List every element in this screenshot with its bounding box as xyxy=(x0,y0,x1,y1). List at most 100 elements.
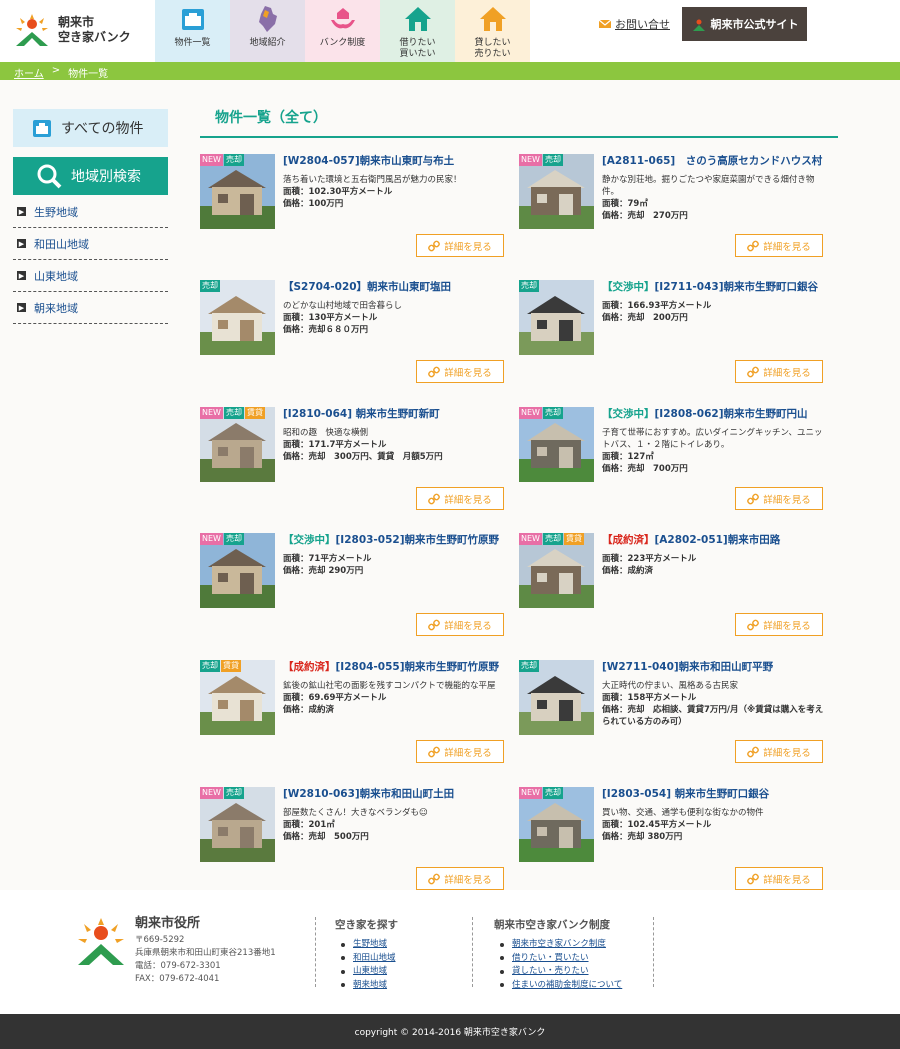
footer-divider xyxy=(315,917,316,987)
link-chain-icon xyxy=(428,366,441,377)
property-title: [I2810-064] 朝来市生野町新町 xyxy=(283,408,440,420)
property-card: NEW 売却 [W2804-057]朝来市山東町与布土落ち着いた環境と五右衛門風呂が… xyxy=(200,154,505,264)
status-badge: 売却 xyxy=(542,787,563,799)
status-badge: 賃貸 xyxy=(244,407,265,419)
status-badges: 売却 xyxy=(519,660,539,672)
area-item-ikuno[interactable]: ▶ 生野地域 xyxy=(13,196,168,228)
footer-system-column: 朝来市空き家バンク制度 朝来市空き家バンク制度 借りたい・買いたい 貸したい・売… xyxy=(494,917,622,992)
view-details-button[interactable]: 詳細を見る xyxy=(735,234,823,257)
area-item-asago[interactable]: ▶ 朝来地域 xyxy=(13,292,168,324)
status-badge: NEW xyxy=(200,787,223,799)
nav-property-list[interactable]: 物件一覧 xyxy=(155,0,230,62)
property-summary: 大正時代の佇まい、風格ある古民家 xyxy=(602,681,739,691)
footer-link[interactable]: 借りたい・買いたい xyxy=(494,952,622,966)
link-chain-icon xyxy=(747,619,760,630)
status-badge: NEW xyxy=(519,154,542,166)
status-badge: NEW xyxy=(200,407,223,419)
property-description: 落ち着いた環境と五右衛門風呂が魅力の民家！ 面積：102.30平方メートル 価格：1… xyxy=(283,174,505,210)
property-title: [I2803-052]朝来市生野町竹原野 xyxy=(335,534,500,546)
area-search-header: 地域別検索 xyxy=(13,157,168,195)
property-title-link[interactable]: 【交渉中】[I2711-043]朝来市生野町口銀谷 xyxy=(602,280,827,294)
nav-rent-buy[interactable]: 借りたい 買いたい xyxy=(380,0,455,62)
status-badge: 売却 xyxy=(542,533,563,545)
view-details-button[interactable]: 詳細を見る xyxy=(735,740,823,763)
property-title: [W2711-040]朝来市和田山町平野 xyxy=(602,661,774,673)
logo-mark-icon xyxy=(16,14,48,46)
details-label: 詳細を見る xyxy=(763,494,811,506)
property-title: [I2711-043]朝来市生野町口銀谷 xyxy=(654,281,819,293)
property-description: 部屋数たくさん！大きなベランダも☺ 面積：201㎡ 価格：売却 500万円 xyxy=(283,807,505,843)
property-area: 面積：201㎡ xyxy=(283,820,335,830)
property-title-link[interactable]: [W2810-063]朝来市和田山町土田 xyxy=(283,787,508,801)
status-badge: NEW xyxy=(200,154,223,166)
property-title-link[interactable]: [A2811-065] さのう高原セカンドハウス村 xyxy=(602,154,827,168)
view-details-button[interactable]: 詳細を見る xyxy=(735,360,823,383)
property-title: [I2808-062]朝来市生野町円山 xyxy=(654,408,808,420)
property-card: NEW 売却 [A2811-065] さのう高原セカンドハウス村 静かな別荘地。掘りご… xyxy=(519,154,824,264)
view-details-button[interactable]: 詳細を見る xyxy=(416,360,504,383)
property-description: 静かな別荘地。掘りごたつや家庭菜園ができる畑付き物件。 面積：79㎡ 価格：売却 2… xyxy=(602,174,824,222)
hands-house-icon xyxy=(330,8,355,29)
property-description: 子育て世帯におすすめ。広いダイニングキッチン、ユニットバス、１・２階にトイレあり… xyxy=(602,427,824,475)
footer-link[interactable]: 生野地域 xyxy=(335,938,398,952)
footer-link[interactable]: 和田山地域 xyxy=(335,952,398,966)
negotiation-tag: 【成約済】 xyxy=(602,534,655,546)
breadcrumb-bar xyxy=(0,62,900,80)
contact-link[interactable]: お問い合せ xyxy=(598,16,670,32)
footer-link[interactable]: 朝来市空き家バンク制度 xyxy=(494,938,622,952)
all-properties-button[interactable]: すべての物件 xyxy=(13,109,168,147)
view-details-button[interactable]: 詳細を見る xyxy=(735,867,823,890)
property-title-link[interactable]: [W2804-057]朝来市山東町与布土 xyxy=(283,154,508,168)
view-details-button[interactable]: 詳細を見る xyxy=(416,740,504,763)
footer-link[interactable]: 貸したい・売りたい xyxy=(494,965,622,979)
view-details-button[interactable]: 詳細を見る xyxy=(735,487,823,510)
status-badges: NEW 売却 xyxy=(200,154,244,166)
link-chain-icon xyxy=(428,619,441,630)
view-details-button[interactable]: 詳細を見る xyxy=(416,487,504,510)
negotiation-tag: 【交渉中】 xyxy=(602,281,655,293)
status-badges: 売却 賃貸 xyxy=(200,660,241,672)
property-title-link[interactable]: [I2810-064] 朝来市生野町新町 xyxy=(283,407,508,421)
status-badge: 賃貸 xyxy=(563,533,584,545)
area-item-santo[interactable]: ▶ 山東地域 xyxy=(13,260,168,292)
property-title-link[interactable]: 【交渉中】[I2803-052]朝来市生野町竹原野 xyxy=(283,533,508,547)
property-title-link[interactable]: 【交渉中】[I2808-062]朝来市生野町円山 xyxy=(602,407,827,421)
nav-area-intro[interactable]: 地域紹介 xyxy=(230,0,305,62)
property-summary: 昭和の趣 快適な横側 xyxy=(283,428,369,438)
property-title-link[interactable]: 【S2704-020】朝来市山東町塩田 xyxy=(283,280,508,294)
property-price: 価格：100万円 xyxy=(283,199,344,209)
status-badge: NEW xyxy=(200,533,223,545)
property-price: 価格：売却 700万円 xyxy=(602,464,688,474)
property-summary: 落ち着いた環境と五右衛門風呂が魅力の民家！ xyxy=(283,175,462,185)
footer-col-title: 空き家を探す xyxy=(335,919,398,931)
property-title-link[interactable]: [W2711-040]朝来市和田山町平野 xyxy=(602,660,827,674)
copyright: copyright © 2014-2016 朝来市空き家バンク xyxy=(0,1014,900,1049)
site-logo[interactable]: 朝来市 空き家バンク xyxy=(12,8,152,52)
title-divider xyxy=(200,136,838,138)
property-title-link[interactable]: 【成約済】[A2802-051]朝来市田路 xyxy=(602,533,827,547)
link-chain-icon xyxy=(747,493,760,504)
area-item-wadayama[interactable]: ▶ 和田山地域 xyxy=(13,228,168,260)
status-badges: 売却 xyxy=(200,280,220,292)
footer-logo-icon xyxy=(78,918,124,965)
property-price: 価格：成約済 xyxy=(602,566,654,576)
view-details-button[interactable]: 詳細を見る xyxy=(735,613,823,636)
view-details-button[interactable]: 詳細を見る xyxy=(416,613,504,636)
house-orange-icon xyxy=(479,7,506,31)
status-badge: 売却 xyxy=(519,280,539,292)
status-badges: NEW 売却 賃貸 xyxy=(519,533,584,545)
nav-bank-system[interactable]: バンク制度 xyxy=(305,0,380,62)
footer-link[interactable]: 山東地域 xyxy=(335,965,398,979)
breadcrumb-home[interactable]: ホーム xyxy=(14,65,44,80)
property-area: 面積：130平方メートル xyxy=(283,313,378,323)
property-title-link[interactable]: [I2803-054] 朝来市生野町口銀谷 xyxy=(602,787,827,801)
property-summary: 子育て世帯におすすめ。広いダイニングキッチン、ユニットバス、１・２階にトイレあり… xyxy=(602,428,823,450)
footer-link[interactable]: 朝来地域 xyxy=(335,979,398,993)
property-title-link[interactable]: 【成約済】[I2804-055]朝来市生野町竹原野 xyxy=(283,660,508,674)
area-label: 和田山地域 xyxy=(34,237,89,251)
footer-link[interactable]: 住まいの補助金制度について xyxy=(494,979,622,993)
nav-lend-sell[interactable]: 貸したい 売りたい xyxy=(455,0,530,62)
view-details-button[interactable]: 詳細を見る xyxy=(416,867,504,890)
official-site-button[interactable]: 朝来市公式サイト xyxy=(682,7,807,41)
view-details-button[interactable]: 詳細を見る xyxy=(416,234,504,257)
